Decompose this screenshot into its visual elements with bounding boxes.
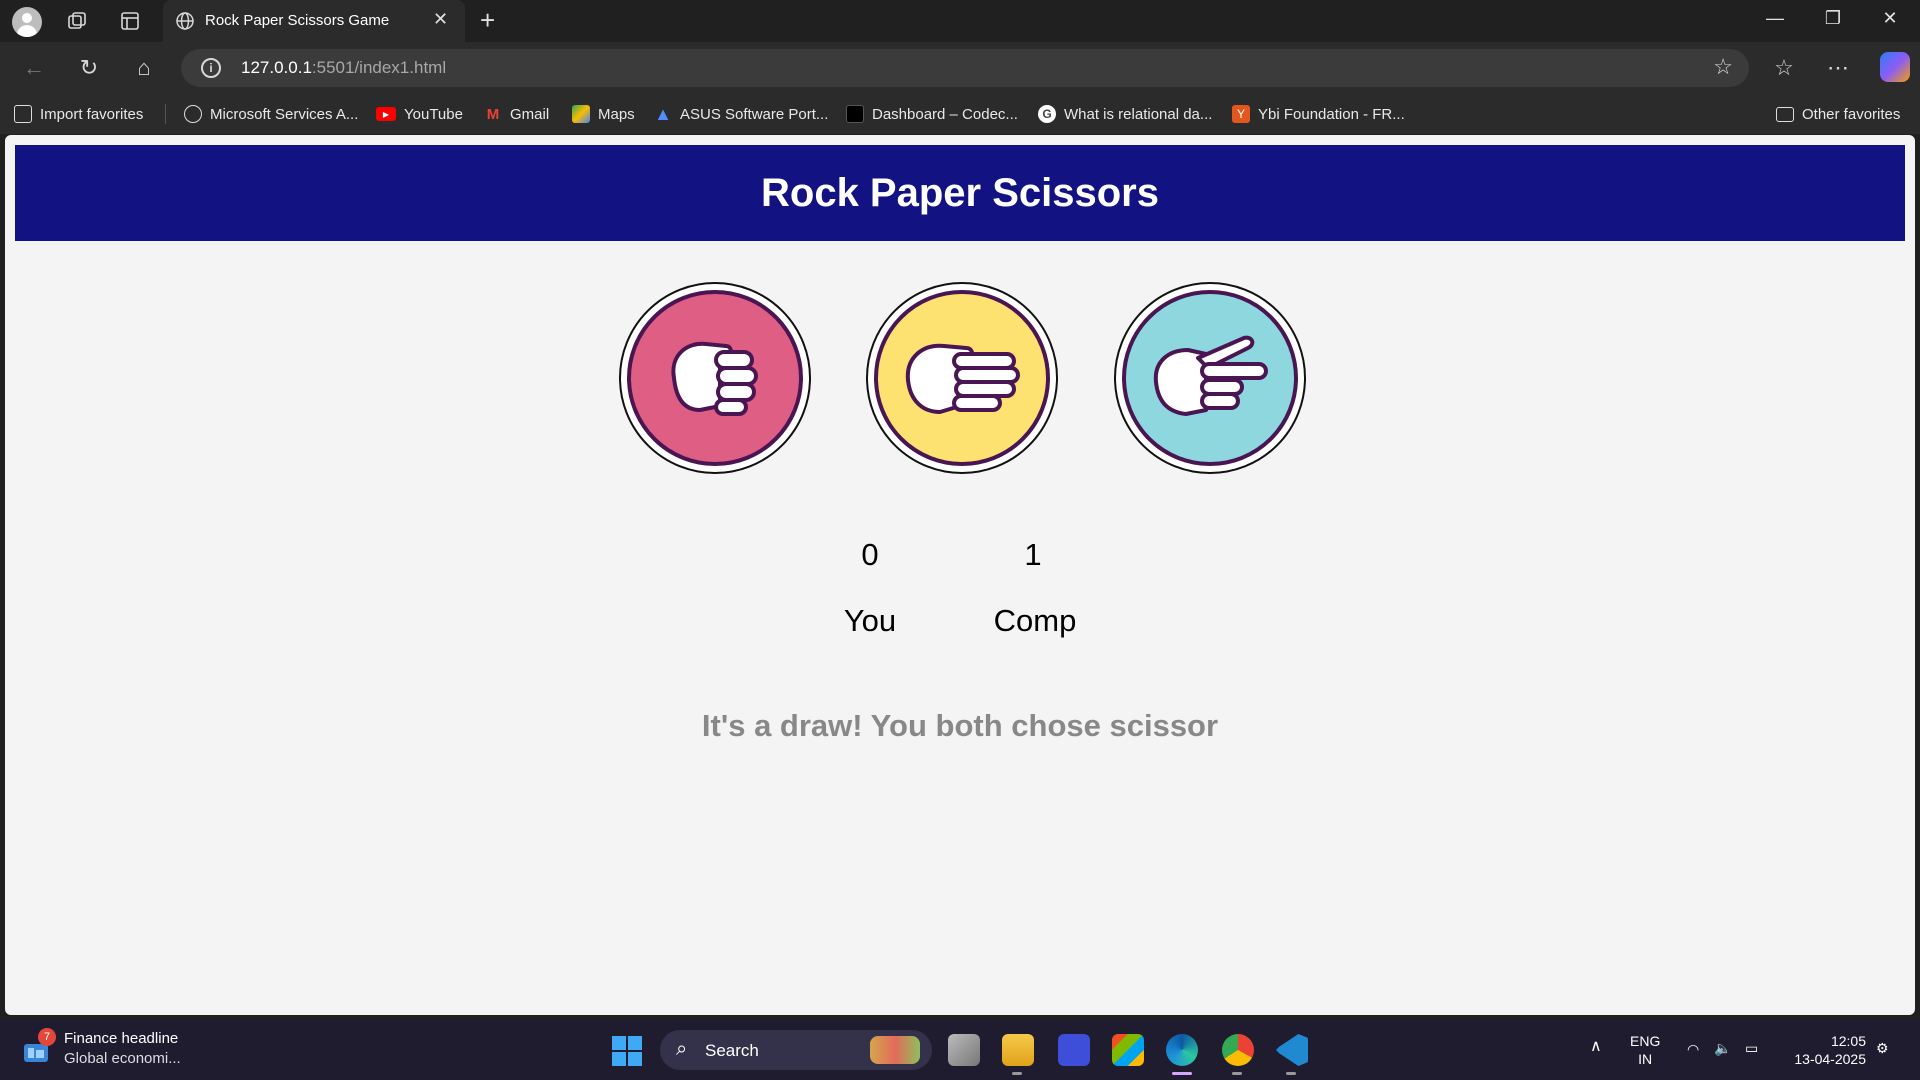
site-info-icon[interactable]: i <box>201 58 221 78</box>
language-indicator[interactable]: ENG IN <box>1630 1032 1660 1068</box>
search-label: Search <box>705 1041 759 1060</box>
globe-icon <box>184 105 202 123</box>
scissors-icon <box>1122 290 1298 466</box>
running-indicator <box>1232 1072 1242 1075</box>
web-page: Rock Paper Scissors 0 1 You Comp It's a … <box>5 135 1915 1015</box>
notifications-icon[interactable]: ⚙ <box>1876 1039 1889 1057</box>
more-options-icon[interactable]: ⋯ <box>1824 54 1852 82</box>
new-tab-button[interactable]: + <box>480 5 495 36</box>
running-indicator <box>1012 1072 1022 1075</box>
navigation-bar: ← ↻ ⌂ i 127.0.0.1:5501/index1.html ☆ ☆ ⋯ <box>0 42 1920 94</box>
widgets-button[interactable]: 7 <box>22 1028 58 1066</box>
vertical-tabs-icon[interactable] <box>118 9 142 33</box>
favorites-icon[interactable]: ☆ <box>1770 54 1798 82</box>
start-button[interactable] <box>612 1036 642 1066</box>
profile-avatar[interactable] <box>12 7 42 37</box>
scissors-choice-button[interactable] <box>1114 282 1306 474</box>
url-text[interactable]: 127.0.0.1:5501/index1.html <box>241 58 446 78</box>
youtube-icon: ▶ <box>376 107 396 121</box>
folder-icon <box>1776 106 1794 122</box>
wifi-icon[interactable]: ◠ <box>1687 1040 1699 1058</box>
fav-ybi[interactable]: Y Ybi Foundation - FR... <box>1232 102 1405 126</box>
refresh-button[interactable]: ↻ <box>75 54 103 82</box>
microsoft-store-icon[interactable] <box>1112 1034 1144 1066</box>
favorites-divider <box>165 104 166 124</box>
comp-score: 1 <box>1024 537 1042 572</box>
maps-icon <box>572 105 590 123</box>
paper-icon <box>874 290 1050 466</box>
file-explorer-icon[interactable] <box>1002 1034 1034 1066</box>
close-window-button[interactable]: ✕ <box>1875 8 1905 29</box>
workspaces-icon[interactable] <box>65 9 89 33</box>
fav-asus[interactable]: ▲ ASUS Software Port... <box>654 102 828 126</box>
news-headline[interactable]: Finance headline <box>64 1030 178 1047</box>
import-icon <box>14 105 32 123</box>
back-button[interactable]: ← <box>20 54 48 82</box>
user-score-label: You <box>843 603 897 638</box>
search-highlight-icon <box>870 1036 920 1064</box>
show-hidden-icons[interactable]: ∧ <box>1590 1038 1602 1056</box>
tab-title: Rock Paper Scissors Game <box>205 12 390 29</box>
taskbar: 7 Finance headline Global economi... ⌕ S… <box>0 1020 1920 1080</box>
game-header: Rock Paper Scissors <box>15 145 1905 241</box>
tab-close-icon[interactable]: ✕ <box>433 9 448 30</box>
fav-gmail[interactable]: M Gmail <box>484 102 549 126</box>
running-indicator <box>1286 1072 1296 1075</box>
news-subtitle[interactable]: Global economi... <box>64 1050 181 1067</box>
active-indicator <box>1172 1072 1192 1075</box>
clock[interactable]: 12:05 13-04-2025 <box>1782 1032 1866 1068</box>
fav-microsoft[interactable]: Microsoft Services A... <box>184 102 358 126</box>
favorite-star-icon[interactable]: ☆ <box>1713 54 1733 80</box>
rock-icon <box>627 290 803 466</box>
ybi-icon: Y <box>1232 105 1250 123</box>
codec-icon <box>846 105 864 123</box>
asus-icon: ▲ <box>654 103 672 124</box>
page-title: Rock Paper Scissors <box>761 170 1159 215</box>
widget-badge: 7 <box>38 1028 56 1046</box>
restore-button[interactable]: ❐ <box>1818 8 1848 29</box>
task-view-icon[interactable] <box>948 1034 980 1066</box>
edge-browser-icon[interactable] <box>1166 1034 1198 1066</box>
chrome-icon[interactable] <box>1222 1034 1254 1066</box>
ai-app-icon[interactable] <box>1058 1034 1090 1066</box>
google-icon: G <box>1038 105 1056 123</box>
fav-other[interactable]: Other favorites <box>1776 102 1900 126</box>
address-bar[interactable]: i 127.0.0.1:5501/index1.html ☆ <box>181 49 1749 87</box>
battery-icon[interactable]: ▭ <box>1745 1039 1758 1057</box>
home-button[interactable]: ⌂ <box>130 54 158 82</box>
title-bar: Rock Paper Scissors Game ✕ + — ❐ ✕ <box>0 0 1920 42</box>
volume-icon[interactable]: 🔈 <box>1714 1039 1731 1057</box>
globe-icon <box>173 9 197 33</box>
fav-dashboard[interactable]: Dashboard – Codec... <box>846 102 1018 126</box>
fav-maps[interactable]: Maps <box>572 102 635 126</box>
gmail-icon: M <box>486 105 500 123</box>
result-message: It's a draw! You both chose scissor <box>701 708 1219 743</box>
paper-choice-button[interactable] <box>866 282 1058 474</box>
minimize-button[interactable]: — <box>1760 8 1790 29</box>
taskbar-search[interactable]: ⌕ Search <box>660 1030 932 1070</box>
browser-tab[interactable]: Rock Paper Scissors Game ✕ <box>163 0 465 42</box>
fav-import[interactable]: Import favorites <box>14 102 143 126</box>
vscode-icon[interactable] <box>1276 1034 1308 1066</box>
user-score: 0 <box>861 537 879 572</box>
search-icon: ⌕ <box>676 1038 688 1060</box>
comp-score-label: Comp <box>993 603 1077 638</box>
fav-youtube[interactable]: ▶ YouTube <box>376 102 463 126</box>
fav-relational[interactable]: G What is relational da... <box>1038 102 1212 126</box>
copilot-icon[interactable] <box>1880 52 1910 82</box>
rock-choice-button[interactable] <box>619 282 811 474</box>
